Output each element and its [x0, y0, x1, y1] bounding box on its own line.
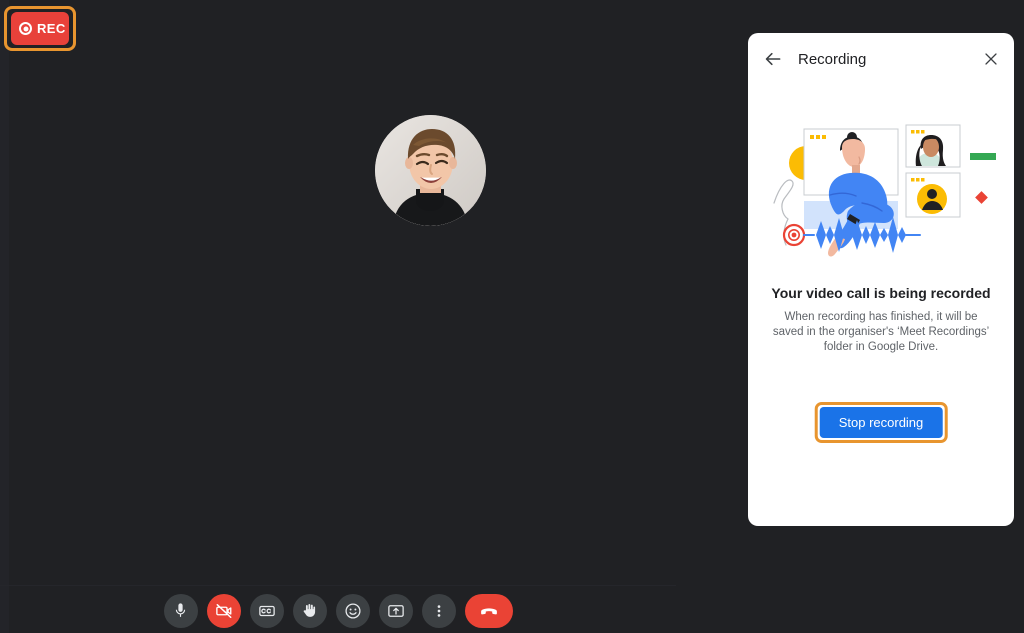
present-screen-icon: [387, 604, 404, 617]
meet-window: REC Recording Your video call is being r…: [0, 0, 1024, 633]
record-dot-icon: [19, 22, 32, 35]
recording-panel: Recording Your video call is being recor…: [748, 33, 1014, 526]
end-call-icon: [480, 607, 497, 614]
panel-header: Recording: [748, 33, 1014, 85]
back-button[interactable]: [762, 48, 784, 70]
stage-divider: [0, 585, 676, 586]
stop-recording-highlight: Stop recording: [814, 402, 948, 443]
panel-title: Recording: [798, 50, 867, 68]
call-controls-toolbar: [0, 588, 676, 633]
recording-badge[interactable]: REC: [11, 12, 69, 45]
present-screen-button[interactable]: [378, 593, 413, 628]
recording-badge-label: REC: [37, 21, 66, 36]
closed-captions-icon: [258, 605, 275, 616]
more-vertical-icon: [437, 604, 440, 617]
participant-avatar: [375, 115, 486, 226]
captions-button[interactable]: [249, 593, 284, 628]
more-options-button[interactable]: [421, 593, 456, 628]
reactions-button[interactable]: [335, 593, 370, 628]
camera-button[interactable]: [206, 593, 241, 628]
raise-hand-icon: [303, 604, 316, 617]
panel-heading: Your video call is being recorded: [771, 285, 991, 301]
camera-off-icon: [215, 603, 231, 618]
microphone-icon: [175, 603, 186, 617]
stop-recording-button[interactable]: Stop recording: [819, 407, 943, 438]
end-call-button[interactable]: [464, 593, 513, 628]
close-button[interactable]: [980, 48, 1002, 70]
raise-hand-button[interactable]: [292, 593, 327, 628]
stop-recording-cta: Stop recording: [814, 402, 948, 443]
arrow-left-icon: [765, 52, 781, 66]
microphone-button[interactable]: [163, 593, 198, 628]
emoji-smiley-icon: [344, 602, 361, 619]
panel-description: When recording has finished, it will be …: [772, 311, 990, 353]
recording-illustration-graphic: [773, 124, 996, 257]
recording-illustration: [766, 111, 996, 271]
window-left-edge: [0, 0, 9, 633]
avatar-image: [375, 115, 486, 226]
close-icon: [985, 53, 997, 65]
